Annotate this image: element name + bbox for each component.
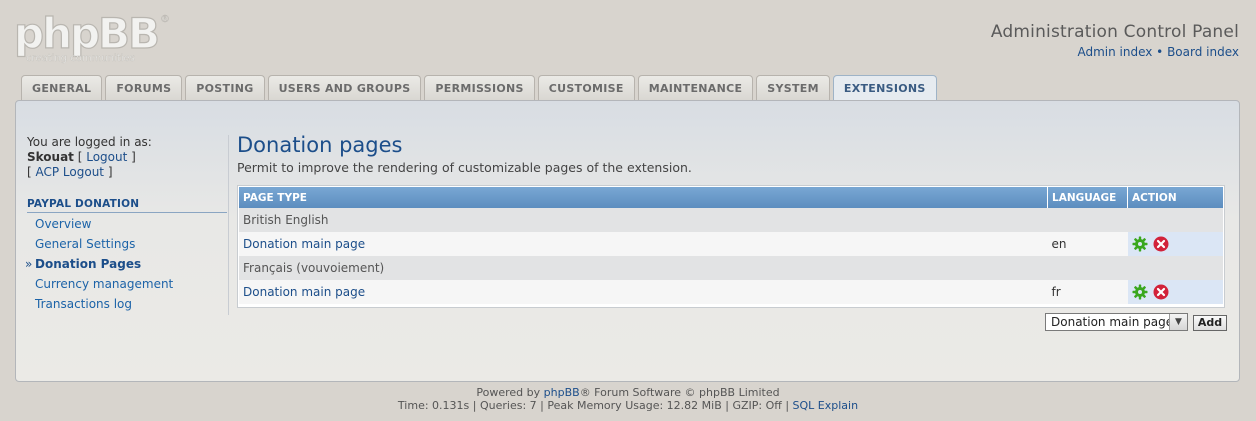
page-title: Administration Control Panel <box>990 22 1239 42</box>
sidebar-item-transactions-log[interactable]: Transactions log <box>27 296 173 316</box>
main-tabs: GENERAL FORUMS POSTING USERS AND GROUPS … <box>21 75 940 101</box>
header-action: ACTION <box>1127 187 1223 208</box>
tab-users-and-groups[interactable]: USERS AND GROUPS <box>267 75 422 100</box>
tab-extensions[interactable]: EXTENSIONS <box>832 75 937 101</box>
language-code: en <box>1047 232 1128 256</box>
svg-text:creating communities: creating communities <box>26 53 135 64</box>
tab-maintenance[interactable]: MAINTENANCE <box>637 75 754 100</box>
language-code: fr <box>1047 280 1128 304</box>
tab-permissions[interactable]: PERMISSIONS <box>424 75 535 100</box>
tab-customise[interactable]: CUSTOMISE <box>537 75 635 100</box>
sidebar-item-label[interactable]: Overview <box>35 217 92 231</box>
sidebar-item-label[interactable]: General Settings <box>35 237 135 251</box>
footer-stats: Time: 0.131s | Queries: 7 | Peak Memory … <box>0 399 1256 412</box>
donation-pages-table: PAGE TYPE LANGUAGE ACTION British Englis… <box>237 185 1225 308</box>
action-cell <box>1127 280 1223 304</box>
tab-posting[interactable]: POSTING <box>185 75 265 100</box>
page-type-select[interactable]: Donation main page ▼ <box>1045 313 1188 331</box>
action-cell <box>1127 232 1223 256</box>
add-button[interactable]: Add <box>1193 315 1227 331</box>
page-link[interactable]: Donation main page <box>243 237 365 251</box>
footer-powered: Powered by phpBB® Forum Software © phpBB… <box>0 386 1256 399</box>
table-row: Donation main page fr <box>239 280 1223 304</box>
sidebar-item-general-settings[interactable]: General Settings <box>27 236 173 256</box>
tab-general[interactable]: GENERAL <box>21 75 103 100</box>
user-info: You are logged in as: Skouat [ Logout ] … <box>27 135 152 179</box>
group-language-name: Français (vouvoiement) <box>239 256 1223 280</box>
sidebar-menu: Overview General Settings Donation Pages… <box>25 216 173 316</box>
username: Skouat <box>27 150 74 164</box>
gear-icon[interactable] <box>1132 236 1148 252</box>
admin-index-link[interactable]: Admin index <box>1077 45 1152 59</box>
powered-suffix: ® Forum Software © phpBB Limited <box>579 386 780 399</box>
svg-text:®: ® <box>160 14 170 25</box>
logged-in-label: You are logged in as: <box>27 135 152 149</box>
sidebar-item-label[interactable]: Transactions log <box>35 297 132 311</box>
powered-by-label: Powered by <box>476 386 541 399</box>
phpbb-logo[interactable]: phpBB ® creating communities <box>12 8 172 64</box>
link-separator: • <box>1156 45 1164 59</box>
acp-logout-link[interactable]: ACP Logout <box>36 165 105 179</box>
group-language-name: British English <box>239 208 1223 232</box>
table-row: Donation main page en <box>239 232 1223 256</box>
header-language: LANGUAGE <box>1047 187 1128 208</box>
tab-system[interactable]: SYSTEM <box>756 75 830 100</box>
sidebar-item-overview[interactable]: Overview <box>27 216 173 236</box>
delete-icon[interactable] <box>1153 236 1169 252</box>
sidebar-item-label[interactable]: Currency management <box>35 277 173 291</box>
table-group-row: Français (vouvoiement) <box>239 256 1223 280</box>
logout-link[interactable]: Logout <box>86 150 127 164</box>
board-index-link[interactable]: Board index <box>1167 45 1239 59</box>
svg-text:phpBB: phpBB <box>14 9 158 58</box>
phpbb-link[interactable]: phpBB <box>544 386 580 399</box>
content-description: Permit to improve the rendering of custo… <box>237 160 692 175</box>
tab-forums[interactable]: FORUMS <box>105 75 183 100</box>
gear-icon[interactable] <box>1132 284 1148 300</box>
header-page-type: PAGE TYPE <box>239 187 1048 208</box>
debug-stats: Time: 0.131s | Queries: 7 | Peak Memory … <box>397 399 790 412</box>
table-group-row: British English <box>239 208 1223 232</box>
content-title: Donation pages <box>237 133 403 157</box>
select-value: Donation main page <box>1051 315 1174 329</box>
sql-explain-link[interactable]: SQL Explain <box>793 399 859 412</box>
header-links: Admin index • Board index <box>1077 45 1239 59</box>
sidebar-item-donation-pages[interactable]: Donation Pages <box>25 256 173 276</box>
page-link[interactable]: Donation main page <box>243 285 365 299</box>
sidebar-item-label[interactable]: Donation Pages <box>35 257 141 271</box>
sidebar-section-title: PAYPAL DONATION <box>27 198 227 213</box>
sidebar-item-currency-management[interactable]: Currency management <box>27 276 173 296</box>
sidebar-divider <box>228 135 229 315</box>
delete-icon[interactable] <box>1153 284 1169 300</box>
chevron-down-icon[interactable]: ▼ <box>1169 314 1187 330</box>
